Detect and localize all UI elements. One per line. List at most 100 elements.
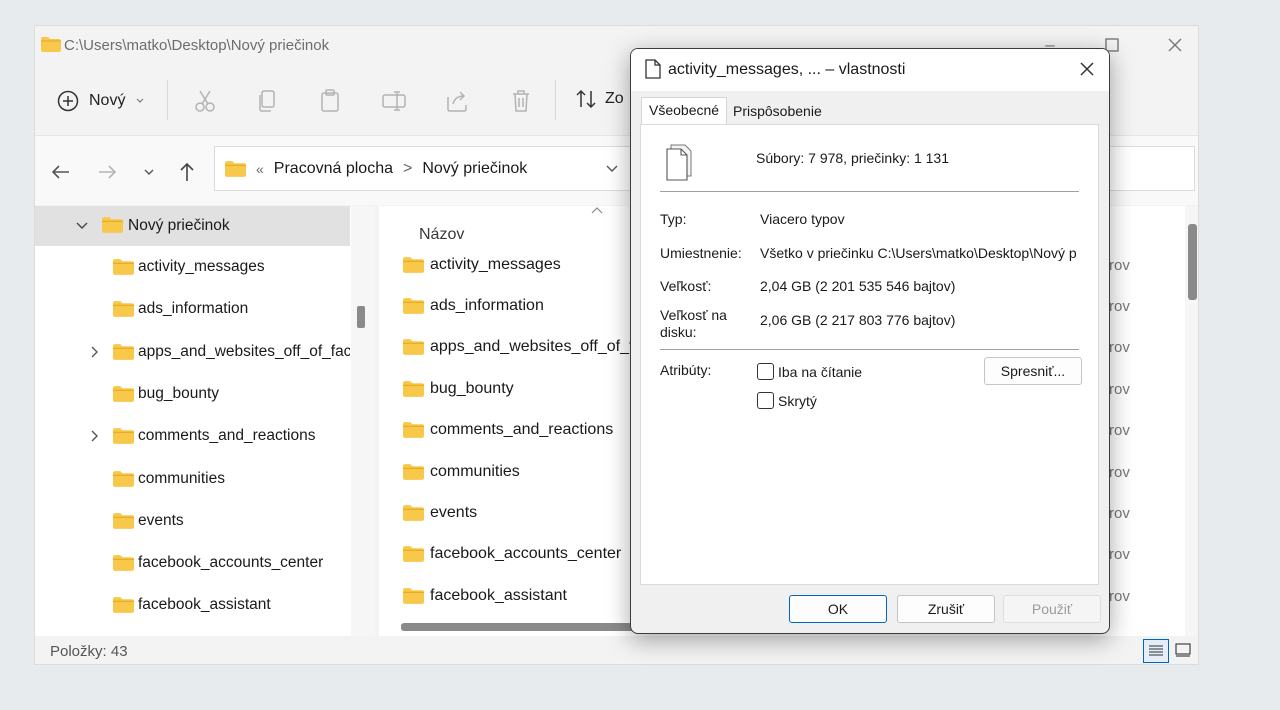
nav-pane-scrollbar[interactable] — [351, 206, 375, 636]
size-label: Veľkosť: — [660, 278, 712, 294]
folder-icon — [113, 301, 134, 317]
nav-item-folder[interactable]: comments_and_reactions — [35, 416, 350, 456]
file-type-cell: rov — [1109, 588, 1130, 605]
ok-button[interactable]: OK — [789, 595, 887, 623]
chevron-down-icon[interactable] — [75, 219, 89, 233]
item-count: Položky: 43 — [50, 643, 128, 660]
nav-item-folder[interactable]: facebook_assistant — [35, 585, 350, 625]
tab-general[interactable]: Všeobecné — [641, 97, 728, 125]
copy-icon[interactable] — [254, 87, 282, 115]
apply-button[interactable]: Použiť — [1003, 595, 1101, 623]
files-summary: Súbory: 7 978, priečinky: 1 131 — [756, 150, 950, 166]
forward-arrow-icon[interactable] — [93, 158, 121, 186]
folder-icon — [403, 505, 424, 521]
readonly-checkbox[interactable] — [757, 363, 774, 380]
chevron-down-icon[interactable] — [605, 162, 619, 176]
multiple-files-icon — [666, 144, 692, 181]
nav-item-folder[interactable]: communities — [35, 459, 350, 499]
sort-button[interactable]: Zo — [575, 88, 624, 110]
hidden-checkbox[interactable] — [757, 392, 774, 409]
folder-icon — [113, 471, 134, 487]
paste-icon[interactable] — [316, 87, 344, 115]
nav-item-label: events — [138, 512, 184, 529]
attributes-label: Atribúty: — [660, 362, 712, 378]
folder-icon — [113, 513, 134, 529]
up-arrow-icon[interactable] — [173, 158, 201, 186]
file-name: facebook_accounts_center — [430, 545, 622, 562]
window-title: C:\Users\matko\Desktop\Nový priečinok — [64, 37, 330, 54]
nav-item-label: bug_bounty — [138, 385, 220, 402]
share-icon[interactable] — [443, 87, 471, 115]
toolbar-separator — [555, 80, 556, 120]
chevron-right-icon[interactable] — [87, 429, 101, 443]
cancel-button[interactable]: Zrušiť — [897, 595, 995, 623]
cut-icon[interactable] — [191, 87, 219, 115]
search-input[interactable] — [1105, 146, 1195, 191]
location-value: Všetko v priečinku C:\Users\matko\Deskto… — [760, 245, 1077, 261]
nav-item-folder[interactable]: facebook_accounts_center — [35, 543, 350, 583]
plus-circle-icon — [57, 90, 79, 112]
nav-item-folder[interactable]: activity_messages — [35, 247, 350, 287]
breadcrumb-current-folder[interactable]: Nový priečinok — [422, 160, 527, 178]
recent-locations-chevron-icon[interactable] — [135, 158, 163, 186]
scrollbar-thumb[interactable] — [1188, 224, 1197, 300]
breadcrumb-overflow[interactable]: « — [256, 161, 264, 177]
file-type-cell: rov — [1109, 381, 1130, 398]
folder-icon — [403, 339, 424, 355]
sort-ascending-icon — [591, 207, 603, 214]
column-header-name[interactable]: Názov — [419, 226, 464, 244]
toolbar-separator — [167, 80, 168, 120]
address-bar[interactable]: « Pracovná plocha > Nový priečinok — [214, 146, 634, 191]
file-name: ads_information — [430, 297, 544, 314]
thumbnail-view-icon — [1175, 643, 1191, 657]
folder-icon — [113, 428, 134, 444]
nav-item-label: facebook_accounts_center — [138, 554, 324, 571]
general-tab-panel: Súbory: 7 978, priečinky: 1 131 Typ: Via… — [640, 124, 1099, 585]
folder-icon — [225, 160, 246, 177]
back-arrow-icon[interactable] — [47, 158, 75, 186]
new-button[interactable]: Nový — [57, 87, 145, 115]
advanced-button[interactable]: Spresniť... — [984, 357, 1082, 385]
nav-item-label: Nový priečinok — [128, 217, 230, 234]
file-name: facebook_assistant — [430, 587, 567, 604]
document-icon — [645, 59, 661, 79]
chevron-right-icon[interactable] — [87, 345, 101, 359]
file-list-scrollbar[interactable] — [1185, 206, 1198, 636]
tiles-view-button[interactable] — [1173, 639, 1195, 663]
close-icon[interactable] — [1077, 59, 1097, 79]
folder-icon — [113, 386, 134, 402]
nav-item-folder[interactable]: apps_and_websites_off_of_face — [35, 332, 350, 372]
folder-icon — [113, 344, 134, 360]
close-window-icon[interactable] — [1163, 34, 1187, 56]
disk-size-label-line2: disku: — [660, 324, 697, 340]
chevron-down-icon — [137, 98, 144, 103]
details-view-button[interactable] — [1143, 639, 1169, 663]
rename-icon[interactable] — [380, 87, 408, 115]
folder-icon — [403, 422, 424, 438]
divider — [660, 349, 1079, 350]
file-name: bug_bounty — [430, 380, 514, 397]
tab-customize[interactable]: Prispôsobenie — [726, 99, 829, 123]
file-type-cell: rov — [1109, 339, 1130, 356]
scrollbar-thumb[interactable] — [357, 306, 365, 328]
horizontal-scrollbar-thumb[interactable] — [401, 623, 661, 631]
nav-item-folder[interactable]: ads_information — [35, 289, 350, 329]
breadcrumb-desktop[interactable]: Pracovná plocha — [274, 160, 393, 178]
file-name: events — [430, 504, 478, 521]
nav-item-label: activity_messages — [138, 258, 265, 275]
nav-item-folder[interactable]: events — [35, 501, 350, 541]
folder-icon — [403, 588, 424, 604]
nav-item-folder[interactable]: bug_bounty — [35, 374, 350, 414]
nav-item-label: comments_and_reactions — [138, 427, 316, 444]
hidden-label: Skrytý — [778, 393, 817, 409]
sort-button-label: Zo — [605, 90, 624, 107]
nav-item-label: facebook_assistant — [138, 596, 271, 613]
delete-icon[interactable] — [507, 87, 535, 115]
file-name: communities — [430, 463, 520, 480]
nav-item-selected-folder[interactable]: Nový priečinok — [35, 206, 350, 246]
disk-size-label-line1: Veľkosť na — [660, 307, 727, 323]
folder-icon — [113, 555, 134, 571]
file-type-cell: rov — [1109, 257, 1130, 274]
file-name: activity_messages — [430, 256, 561, 273]
nav-item-label: communities — [138, 470, 225, 487]
